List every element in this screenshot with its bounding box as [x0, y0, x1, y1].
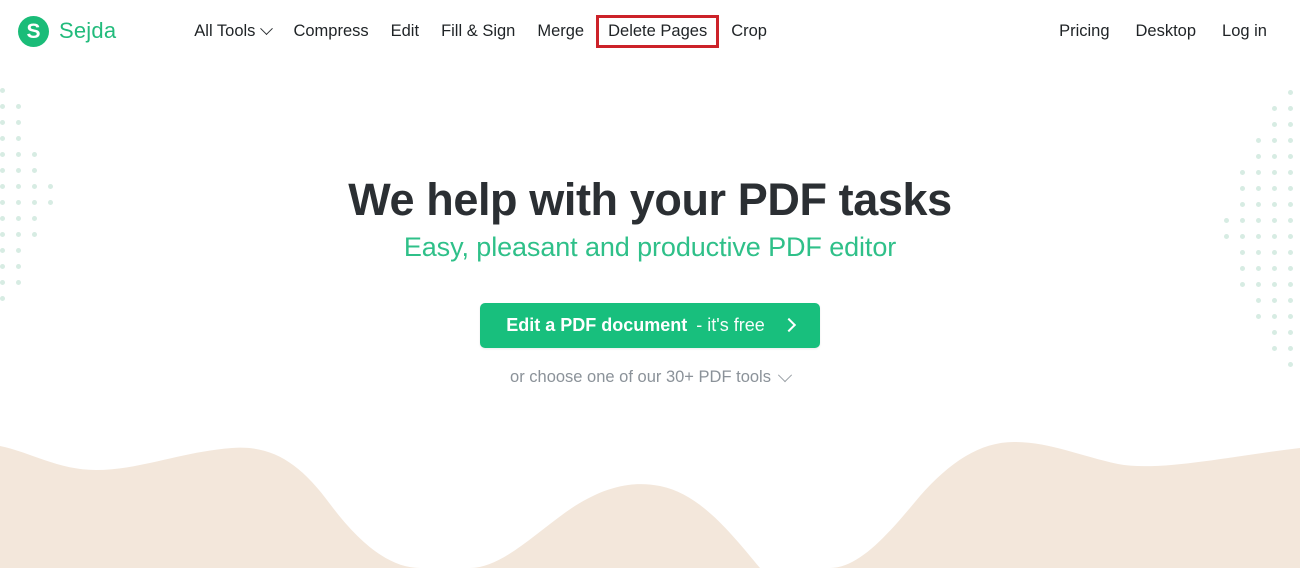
chevron-down-icon: [777, 367, 793, 382]
page-subtitle: Easy, pleasant and productive PDF editor: [403, 232, 897, 263]
choose-pdf-tools-link[interactable]: or choose one of our 30+ PDF tools: [0, 367, 1300, 387]
brand-name: Sejda: [59, 18, 117, 43]
nav-label: Merge: [537, 21, 585, 40]
nav-label: Pricing: [1059, 21, 1110, 40]
nav-item-merge[interactable]: Merge: [526, 16, 595, 47]
nav-label: Fill & Sign: [441, 21, 516, 40]
nav-item-crop[interactable]: Crop: [720, 16, 778, 47]
sejda-logo-icon: S: [18, 15, 49, 47]
nav-item-delete-pages[interactable]: Delete Pages: [596, 14, 720, 48]
nav-item-pricing[interactable]: Pricing: [1046, 16, 1122, 47]
nav-item-log-in[interactable]: Log in: [1209, 16, 1280, 47]
nav-label: Log in: [1222, 21, 1267, 40]
nav-item-desktop[interactable]: Desktop: [1123, 16, 1210, 47]
nav-item-all-tools[interactable]: All Tools: [183, 16, 282, 47]
nav-label: Desktop: [1135, 21, 1197, 40]
secondary-navigation: Pricing Desktop Log in: [1046, 16, 1280, 47]
cta-light-label: - it's free: [696, 315, 765, 336]
brand-logo[interactable]: S Sejda: [18, 15, 117, 47]
cta-container: Edit a PDF document - it's free: [0, 303, 1300, 349]
nav-item-fill-and-sign[interactable]: Fill & Sign: [430, 16, 526, 47]
nav-label: Edit: [390, 21, 420, 40]
chevron-right-icon: [781, 318, 796, 333]
chevron-down-icon: [260, 21, 274, 35]
decorative-wave-shape: [0, 442, 1300, 568]
primary-navigation: All Tools Compress Edit Fill & Sign Merg…: [183, 14, 778, 48]
sub-cta-label: or choose one of our 30+ PDF tools: [510, 368, 771, 387]
nav-label: All Tools: [194, 21, 256, 40]
nav-label: Crop: [731, 21, 767, 40]
nav-label: Delete Pages: [608, 21, 708, 40]
page-title: We help with your PDF tasks: [348, 174, 952, 225]
site-header: S Sejda All Tools Compress Edit Fill & S…: [0, 0, 1300, 62]
nav-item-edit[interactable]: Edit: [380, 16, 430, 47]
nav-label: Compress: [293, 21, 369, 40]
hero-section: We help with your PDF tasks Easy, pleasa…: [0, 62, 1300, 387]
nav-item-compress[interactable]: Compress: [282, 16, 379, 47]
brand-mark-letter: S: [26, 19, 41, 43]
cta-strong-label: Edit a PDF document: [506, 315, 688, 336]
edit-pdf-document-button[interactable]: Edit a PDF document - it's free: [480, 303, 820, 349]
